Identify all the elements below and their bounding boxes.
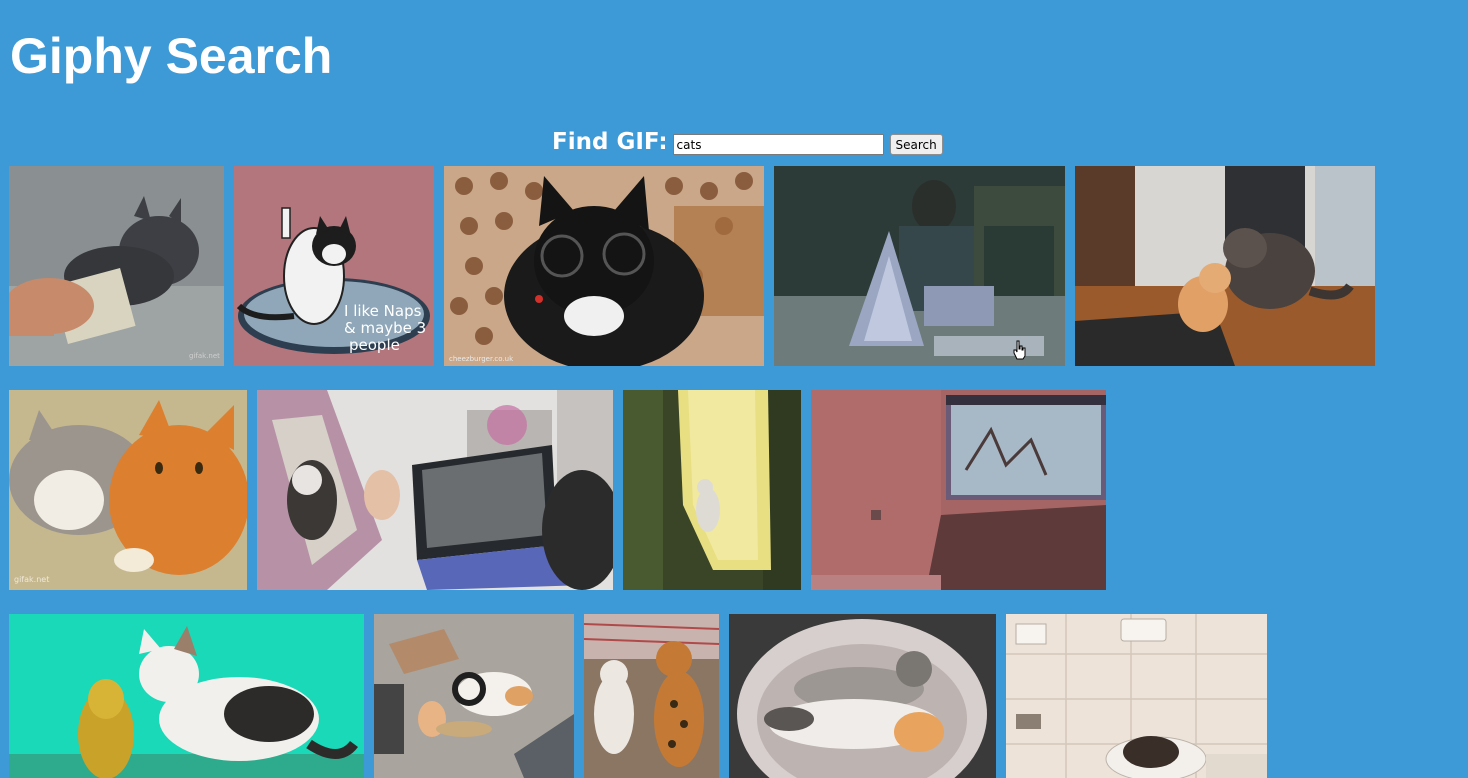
giphy-search-page: Giphy Search Find GIF: Search gifak.net — [0, 0, 1468, 778]
illustration-text-1: I like Naps — [344, 302, 422, 320]
gif-image[interactable] — [584, 614, 719, 778]
find-gif-label: Find GIF: — [552, 129, 668, 155]
gif-watermark: gifak.net — [14, 575, 49, 584]
search-button[interactable]: Search — [889, 134, 943, 155]
gif-image[interactable] — [623, 390, 801, 590]
gif-image[interactable] — [811, 390, 1106, 590]
gif-image[interactable]: I like Naps & maybe 3 people — [234, 166, 434, 366]
gif-image[interactable] — [729, 614, 996, 778]
illustration-text-3: people — [349, 336, 400, 354]
search-form: Find GIF: Search — [552, 127, 943, 157]
gif-image[interactable] — [774, 166, 1065, 366]
gif-image[interactable] — [1006, 614, 1267, 778]
hand-cursor-icon — [1013, 340, 1026, 360]
illustration-text-2: & maybe 3 — [344, 319, 426, 337]
search-input[interactable] — [672, 134, 884, 155]
gif-image[interactable]: gifak.net — [9, 166, 224, 366]
gif-image[interactable] — [9, 614, 364, 778]
gif-image[interactable] — [374, 614, 574, 778]
gif-image[interactable] — [1075, 166, 1375, 366]
gif-watermark: cheezburger.co.uk — [449, 355, 514, 363]
gif-image[interactable]: cheezburger.co.uk — [444, 166, 764, 366]
gif-image[interactable] — [257, 390, 613, 590]
page-title: Giphy Search — [10, 28, 333, 84]
gif-image[interactable]: gifak.net — [9, 390, 247, 590]
gif-watermark: gifak.net — [189, 352, 220, 360]
